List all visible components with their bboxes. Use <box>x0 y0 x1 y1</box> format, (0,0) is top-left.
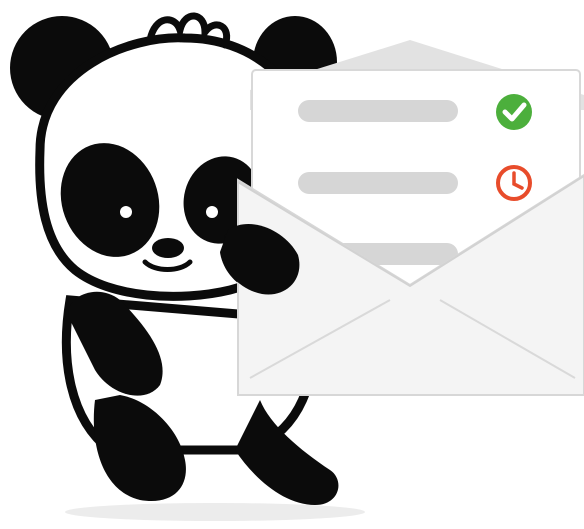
ground-shadow <box>65 503 365 521</box>
illustration <box>0 0 584 529</box>
letter-line-1 <box>298 100 458 122</box>
letter-line-2 <box>298 172 458 194</box>
envelope <box>237 40 584 396</box>
panda-left-eye <box>120 206 132 218</box>
panda-nose <box>152 238 184 258</box>
panda-right-eye <box>206 206 218 218</box>
check-circle-icon <box>496 94 532 130</box>
panda-envelope-illustration <box>10 12 584 521</box>
